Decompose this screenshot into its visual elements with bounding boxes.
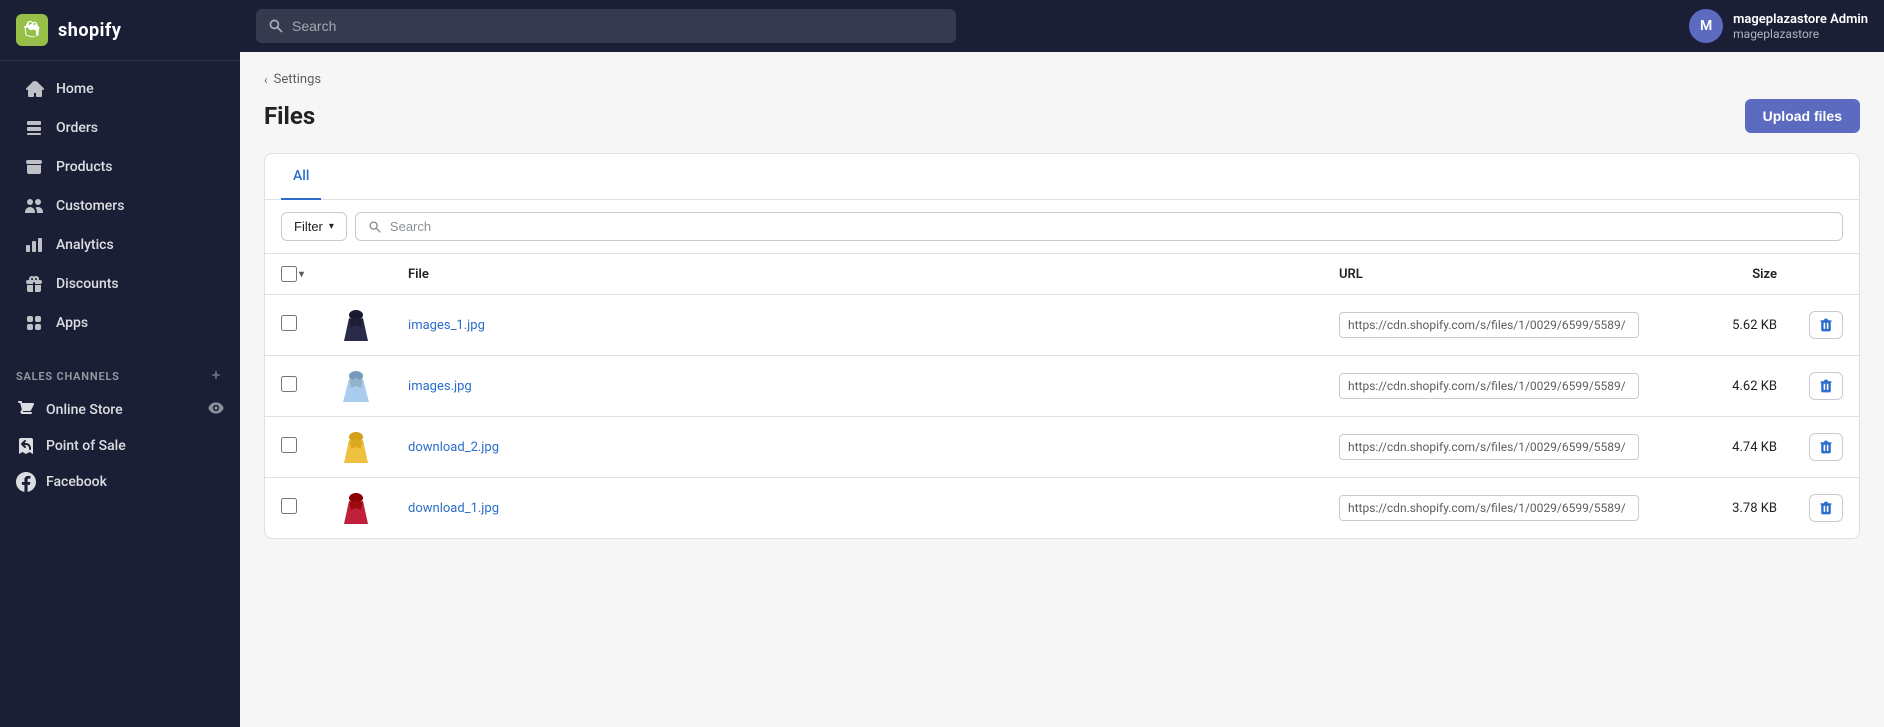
tab-all[interactable]: All: [281, 154, 321, 200]
online-store-label: Online Store: [46, 402, 123, 418]
filter-chevron-icon: ▾: [329, 221, 334, 232]
table-select-all[interactable]: ▾: [281, 266, 304, 282]
sidebar-item-discounts-label: Discounts: [56, 276, 119, 292]
file-link-3[interactable]: download_1.jpg: [408, 501, 499, 516]
sidebar-logo: shopify: [0, 0, 240, 61]
file-size-3: 3.78 KB: [1673, 478, 1793, 539]
sidebar-item-customers[interactable]: Customers: [8, 187, 232, 225]
logo-text: shopify: [58, 20, 121, 41]
table-row: download_2.jpg https://cdn.shopify.com/s…: [265, 417, 1859, 478]
files-tbody: images_1.jpg https://cdn.shopify.com/s/f…: [265, 295, 1859, 539]
row-actions-1: [1809, 372, 1843, 400]
table-row: images.jpg https://cdn.shopify.com/s/fil…: [265, 356, 1859, 417]
files-card: All Filter ▾: [264, 153, 1860, 539]
user-details: mageplazastore Admin mageplazastore: [1733, 12, 1868, 41]
main-area: M mageplazastore Admin mageplazastore ‹ …: [240, 0, 1884, 727]
sidebar-item-point-of-sale[interactable]: Point of Sale: [0, 428, 240, 464]
page-title: Files: [264, 102, 315, 130]
topbar-search[interactable]: [256, 9, 956, 43]
column-header-file: File: [392, 254, 1323, 295]
topbar-right: M mageplazastore Admin mageplazastore: [1689, 9, 1868, 43]
file-url-1[interactable]: https://cdn.shopify.com/s/files/1/0029/6…: [1339, 373, 1639, 399]
file-thumbnail-3: [336, 488, 376, 528]
delete-button-0[interactable]: [1809, 311, 1843, 339]
file-thumbnail-2: [336, 427, 376, 467]
sidebar-item-online-store[interactable]: Online Store: [0, 392, 240, 428]
sidebar-item-apps-label: Apps: [56, 315, 88, 331]
row-checkbox-1[interactable]: [281, 376, 297, 392]
user-name: mageplazastore Admin: [1733, 12, 1868, 27]
file-link-0[interactable]: images_1.jpg: [408, 318, 485, 333]
sidebar-item-apps[interactable]: Apps: [8, 304, 232, 342]
sidebar-item-orders-label: Orders: [56, 120, 98, 136]
search-input[interactable]: [292, 18, 944, 34]
avatar: M: [1689, 9, 1723, 43]
row-actions-0: [1809, 311, 1843, 339]
file-search-icon: [368, 220, 382, 234]
online-store-eye-icon: [208, 400, 224, 420]
files-table: ▾ File URL Size: [265, 254, 1859, 538]
delete-button-2[interactable]: [1809, 433, 1843, 461]
row-checkbox-2[interactable]: [281, 437, 297, 453]
sidebar-item-facebook[interactable]: Facebook: [0, 464, 240, 500]
sidebar-item-home[interactable]: Home: [8, 70, 232, 108]
page-header: Files Upload files: [264, 99, 1860, 133]
file-size-0: 5.62 KB: [1673, 295, 1793, 356]
file-link-2[interactable]: download_2.jpg: [408, 440, 499, 455]
row-actions-3: [1809, 494, 1843, 522]
breadcrumb[interactable]: ‹ Settings: [264, 72, 1860, 87]
facebook-label: Facebook: [46, 474, 107, 490]
filter-button[interactable]: Filter ▾: [281, 212, 347, 241]
file-search[interactable]: [355, 212, 1843, 241]
sidebar-item-customers-label: Customers: [56, 198, 124, 214]
sidebar-item-analytics[interactable]: Analytics: [8, 226, 232, 264]
file-size-2: 4.74 KB: [1673, 417, 1793, 478]
sidebar-item-discounts[interactable]: Discounts: [8, 265, 232, 303]
search-icon: [268, 18, 284, 34]
delete-button-3[interactable]: [1809, 494, 1843, 522]
content: ‹ Settings Files Upload files All Filter…: [240, 52, 1884, 727]
shopify-logo-icon: [16, 14, 48, 46]
file-url-2[interactable]: https://cdn.shopify.com/s/files/1/0029/6…: [1339, 434, 1639, 460]
delete-button-1[interactable]: [1809, 372, 1843, 400]
sidebar-item-analytics-label: Analytics: [56, 237, 114, 253]
sidebar-item-products-label: Products: [56, 159, 113, 175]
table-row: download_1.jpg https://cdn.shopify.com/s…: [265, 478, 1859, 539]
upload-files-button[interactable]: Upload files: [1745, 99, 1860, 133]
user-info: M mageplazastore Admin mageplazastore: [1689, 9, 1868, 43]
topbar: M mageplazastore Admin mageplazastore: [240, 0, 1884, 52]
row-checkbox-0[interactable]: [281, 315, 297, 331]
file-size-1: 4.62 KB: [1673, 356, 1793, 417]
file-url-0[interactable]: https://cdn.shopify.com/s/files/1/0029/6…: [1339, 312, 1639, 338]
card-tabs: All: [265, 154, 1859, 200]
row-checkbox-3[interactable]: [281, 498, 297, 514]
add-sales-channel-button[interactable]: [208, 367, 224, 386]
file-url-3[interactable]: https://cdn.shopify.com/s/files/1/0029/6…: [1339, 495, 1639, 521]
select-all-checkbox[interactable]: [281, 266, 297, 282]
table-row: images_1.jpg https://cdn.shopify.com/s/f…: [265, 295, 1859, 356]
file-thumbnail-1: [336, 366, 376, 406]
column-header-size: Size: [1673, 254, 1793, 295]
sidebar-nav: Home Orders Products Customers Analytics…: [0, 61, 240, 351]
column-header-url: URL: [1323, 254, 1673, 295]
file-link-1[interactable]: images.jpg: [408, 379, 472, 394]
breadcrumb-chevron-icon: ‹: [264, 73, 268, 87]
breadcrumb-parent: Settings: [274, 72, 321, 87]
user-store: mageplazastore: [1733, 27, 1868, 41]
sidebar-item-orders[interactable]: Orders: [8, 109, 232, 147]
card-toolbar: Filter ▾: [265, 200, 1859, 254]
row-actions-2: [1809, 433, 1843, 461]
sidebar-item-home-label: Home: [56, 81, 94, 97]
point-of-sale-label: Point of Sale: [46, 438, 126, 454]
sidebar: shopify Home Orders Products Customers A…: [0, 0, 240, 727]
sales-channels-header: SALES CHANNELS: [0, 351, 240, 392]
file-thumbnail-0: [336, 305, 376, 345]
file-search-input[interactable]: [390, 219, 1830, 234]
sidebar-item-products[interactable]: Products: [8, 148, 232, 186]
table-header: ▾ File URL Size: [265, 254, 1859, 295]
